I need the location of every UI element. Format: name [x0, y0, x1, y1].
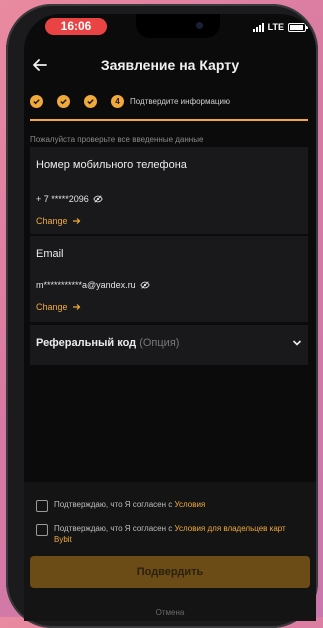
consent-checkbox-2[interactable]: [36, 524, 48, 536]
progress-bar: [30, 119, 308, 121]
check-icon: [87, 98, 94, 104]
app-screen: 16:06 LTE Заявление на Карту 4 Подтверди…: [24, 14, 316, 621]
phone-change-label: Change: [36, 216, 68, 226]
terms-link[interactable]: Условия: [174, 500, 205, 509]
consent-row-1[interactable]: Подтверждаю, что Я согласен с Условия: [36, 499, 304, 512]
confirm-button[interactable]: Подвердить: [30, 556, 310, 588]
email-card: Email m***********a@yandex.ru Change: [30, 236, 308, 322]
battery-icon: [288, 22, 308, 32]
step-indicator: 4 Подтвердите информацию: [30, 94, 230, 108]
status-indicators: LTE: [252, 20, 308, 34]
phone-frame: 16:06 LTE Заявление на Карту 4 Подтверди…: [6, 4, 318, 628]
email-card-title: Email: [36, 248, 64, 260]
step-1-done: [30, 94, 43, 108]
phone-card: Номер мобильного телефона + 7 *****2096 …: [30, 147, 308, 234]
chevron-down-icon: [292, 340, 302, 346]
phone-card-title: Номер мобильного телефона: [36, 159, 187, 171]
camera-dot: [196, 22, 203, 29]
referral-label: Реферальный код (Опция): [36, 337, 179, 349]
cancel-button[interactable]: Отмена: [24, 608, 316, 617]
check-icon: [60, 98, 67, 104]
email-change-label: Change: [36, 302, 68, 312]
status-bar: 16:06 LTE: [24, 14, 316, 40]
signal-icon: [252, 22, 264, 32]
phone-value-row: + 7 *****2096: [36, 194, 103, 204]
consent-text-1: Подтверждаю, что Я согласен с Условия: [54, 500, 206, 509]
email-value-row: m***********a@yandex.ru: [36, 280, 150, 290]
step-2-done: [57, 94, 70, 108]
email-change-link[interactable]: Change: [36, 302, 81, 312]
referral-dropdown[interactable]: Реферальный код (Опция): [30, 325, 308, 365]
consent-row-2[interactable]: Подтверждаю, что Я согласен с Условия дл…: [36, 523, 304, 545]
phone-value: + 7 *****2096: [36, 194, 89, 204]
eye-off-icon[interactable]: [93, 195, 103, 203]
referral-optional: (Опция): [139, 337, 180, 349]
eye-off-icon[interactable]: [140, 281, 150, 289]
hint-text: Пожалуйста проверьте все введенные данны…: [30, 135, 204, 144]
step-4-current: 4: [111, 94, 124, 108]
status-time: 16:06: [45, 18, 107, 35]
page-title: Заявление на Карту: [100, 57, 240, 73]
check-icon: [33, 98, 40, 104]
consent-checkbox-1[interactable]: [36, 500, 48, 512]
consent-text-2: Подтверждаю, что Я согласен с Условия дл…: [54, 524, 286, 544]
referral-title: Реферальный код: [36, 337, 137, 349]
app-header: Заявление на Карту: [24, 54, 316, 78]
phone-change-link[interactable]: Change: [36, 216, 81, 226]
arrow-right-icon: [72, 218, 80, 224]
step-3-done: [84, 94, 97, 108]
network-type: LTE: [267, 22, 284, 32]
email-value: m***********a@yandex.ru: [36, 280, 136, 290]
arrow-right-icon: [72, 304, 80, 310]
notch: [136, 14, 220, 38]
step-label: Подтвердите информацию: [130, 96, 230, 106]
